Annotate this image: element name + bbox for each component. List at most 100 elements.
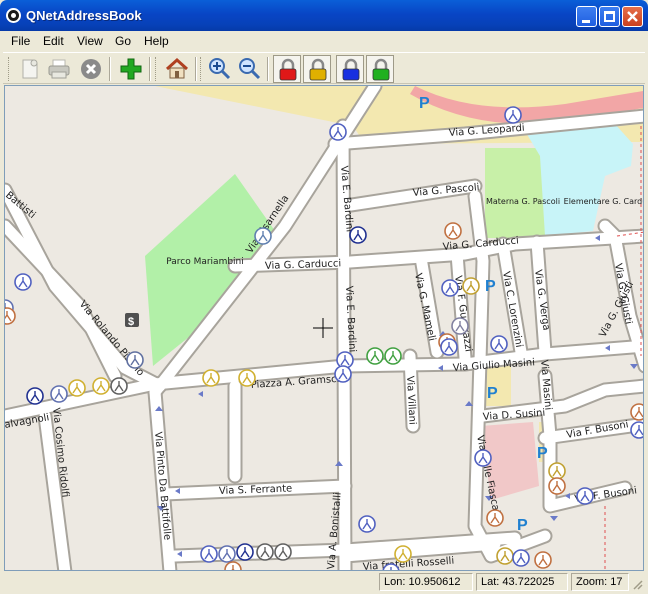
crosshair-icon xyxy=(313,318,333,338)
contact-marker-icon[interactable] xyxy=(366,347,384,365)
place-label: Elementare G. Carducci xyxy=(564,197,644,206)
map-canvas[interactable]: P P P P P $ Parco Mariambini Materna G. … xyxy=(5,86,644,571)
contact-marker-icon[interactable] xyxy=(394,545,412,563)
toolbar-separator xyxy=(267,57,269,81)
stop-icon xyxy=(81,59,101,79)
contact-marker-icon[interactable] xyxy=(440,338,458,356)
contact-marker-icon[interactable] xyxy=(200,545,218,563)
contact-marker-icon[interactable] xyxy=(496,547,514,565)
menu-edit[interactable]: Edit xyxy=(43,34,64,48)
lock-red-icon xyxy=(279,58,297,81)
contact-marker-icon[interactable] xyxy=(490,335,508,353)
home-icon xyxy=(165,57,189,79)
parking-label: P xyxy=(485,278,496,295)
parking-label: P xyxy=(517,517,528,534)
zoom-out-icon xyxy=(239,58,261,80)
contact-marker-icon[interactable] xyxy=(218,545,236,563)
contact-marker-icon[interactable] xyxy=(576,487,594,505)
contact-marker-icon[interactable] xyxy=(274,543,292,561)
print-icon xyxy=(48,59,70,79)
place-label: Parco Mariambini xyxy=(166,257,244,267)
contact-marker-icon[interactable] xyxy=(630,403,644,421)
contact-marker-icon[interactable] xyxy=(441,279,459,297)
zoom-in-button[interactable] xyxy=(206,55,234,83)
toolbar-grip[interactable] xyxy=(8,57,11,81)
new-contact-button[interactable] xyxy=(15,55,43,83)
contact-marker-icon[interactable] xyxy=(504,106,522,124)
lock-blue-icon xyxy=(342,58,360,81)
contact-marker-icon[interactable] xyxy=(92,377,110,395)
print-button[interactable] xyxy=(45,55,73,83)
contact-marker-icon[interactable] xyxy=(236,543,254,561)
contact-marker-icon[interactable] xyxy=(68,379,86,397)
zoom-in-icon xyxy=(209,58,231,80)
status-lat: Lat: 43.722025 xyxy=(476,573,568,591)
close-window-button[interactable] xyxy=(622,6,643,27)
contact-marker-icon[interactable] xyxy=(451,317,469,335)
contact-marker-icon[interactable] xyxy=(254,227,272,245)
app-icon[interactable] xyxy=(6,8,21,23)
title-bar: QNetAddressBook xyxy=(0,0,648,31)
contact-marker-icon[interactable] xyxy=(534,551,552,569)
menu-help[interactable]: Help xyxy=(144,34,169,48)
lock-yellow-icon xyxy=(309,58,327,81)
contact-marker-icon[interactable] xyxy=(256,543,274,561)
lock-yellow-button[interactable] xyxy=(303,55,331,83)
menu-file[interactable]: File xyxy=(11,34,30,48)
contact-marker-icon[interactable] xyxy=(548,477,566,495)
contact-marker-icon[interactable] xyxy=(334,365,352,383)
toolbar-separator xyxy=(109,57,111,81)
parking-label: P xyxy=(487,385,498,402)
menu-view[interactable]: View xyxy=(77,34,103,48)
new-contact-icon xyxy=(22,59,38,79)
close-icon xyxy=(627,11,638,22)
status-bar: Lon: 10.950612 Lat: 43.722025 Zoom: 17 xyxy=(3,572,645,592)
contact-marker-icon[interactable] xyxy=(444,222,462,240)
menu-go[interactable]: Go xyxy=(115,34,131,48)
home-button[interactable] xyxy=(163,55,191,83)
contact-marker-icon[interactable] xyxy=(630,421,644,439)
contact-marker-icon[interactable] xyxy=(224,561,242,571)
zoom-out-button[interactable] xyxy=(236,55,264,83)
contact-marker-icon[interactable] xyxy=(238,369,256,387)
contact-marker-icon[interactable] xyxy=(26,387,44,405)
contact-marker-icon[interactable] xyxy=(202,369,220,387)
window-title: QNetAddressBook xyxy=(26,8,142,23)
plus-icon xyxy=(120,58,142,80)
add-button[interactable] xyxy=(117,55,145,83)
contact-marker-icon[interactable] xyxy=(384,347,402,365)
contact-marker-icon[interactable] xyxy=(349,226,367,244)
toolbar-separator xyxy=(195,57,197,81)
contact-marker-icon[interactable] xyxy=(358,515,376,533)
contact-marker-icon[interactable] xyxy=(14,273,32,291)
toolbar-grip[interactable] xyxy=(200,57,203,81)
contact-marker-icon[interactable] xyxy=(126,351,144,369)
lock-red-button[interactable] xyxy=(273,55,301,83)
lock-blue-button[interactable] xyxy=(336,55,364,83)
minimize-icon xyxy=(582,20,590,23)
maximize-button[interactable] xyxy=(599,6,620,27)
toolbar-grip[interactable] xyxy=(155,57,158,81)
lock-green-button[interactable] xyxy=(366,55,394,83)
minimize-button[interactable] xyxy=(576,6,597,27)
lock-green-icon xyxy=(372,58,390,81)
resize-grip-icon[interactable] xyxy=(631,578,643,590)
parking-label: P xyxy=(537,445,548,462)
contact-marker-icon[interactable] xyxy=(462,277,480,295)
contact-marker-icon[interactable] xyxy=(110,377,128,395)
contact-marker-icon[interactable] xyxy=(50,385,68,403)
contact-marker-icon[interactable] xyxy=(5,307,16,325)
bank-label: $ xyxy=(128,316,134,328)
map-view[interactable]: P P P P P $ Parco Mariambini Materna G. … xyxy=(4,85,644,571)
status-zoom: Zoom: 17 xyxy=(571,573,629,591)
stop-button[interactable] xyxy=(77,55,105,83)
contact-marker-icon[interactable] xyxy=(486,509,504,527)
parking-label: P xyxy=(419,95,430,112)
contact-marker-icon[interactable] xyxy=(548,462,566,480)
contact-marker-icon[interactable] xyxy=(329,123,347,141)
menu-bar: File Edit View Go Help xyxy=(3,31,645,51)
contact-marker-icon[interactable] xyxy=(474,449,492,467)
toolbar-separator xyxy=(149,57,151,81)
contact-marker-icon[interactable] xyxy=(512,549,530,567)
toolbar xyxy=(3,52,645,84)
